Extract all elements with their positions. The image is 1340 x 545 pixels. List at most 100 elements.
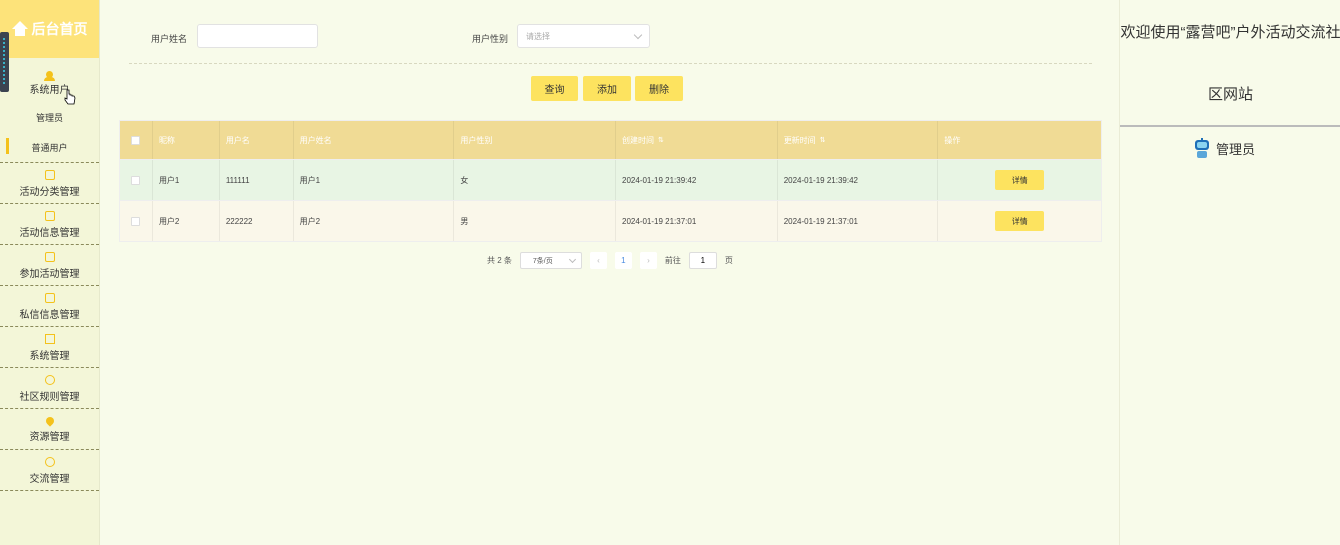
cell-created: 2024-01-19 21:37:01: [616, 201, 778, 241]
detail-button[interactable]: 详情: [995, 170, 1045, 190]
column-header: 用户姓名: [294, 121, 455, 159]
sidebar-subitem-label: 普通用户: [31, 142, 68, 153]
document-icon: [44, 170, 55, 180]
chevron-down-icon: [568, 255, 576, 263]
welcome-line-2: 区网站: [1207, 86, 1253, 103]
sidebar-title: 后台首页: [31, 21, 88, 37]
sidebar-item-label: 交流管理: [29, 474, 70, 485]
page-size-select[interactable]: 7条/页: [519, 252, 582, 269]
sidebar-item-label: 私信信息管理: [19, 310, 80, 321]
row-select-cell: [120, 201, 153, 241]
sidebar-item-join-activity[interactable]: 参加活动管理: [0, 245, 99, 285]
sidebar-item-community-rules[interactable]: 社区规则管理: [0, 368, 99, 408]
nav-group: 社区规则管理: [0, 368, 99, 409]
row-checkbox[interactable]: [131, 216, 141, 226]
nav-group: 参加活动管理: [0, 245, 99, 286]
filter-divider: [129, 63, 1092, 64]
row-checkbox[interactable]: [131, 175, 141, 185]
info-icon: [44, 375, 55, 385]
phone-widget-icon: [0, 32, 9, 92]
query-button[interactable]: 查询: [531, 76, 578, 101]
column-header: 昵称: [153, 121, 220, 159]
sidebar-item-label: 社区规则管理: [19, 392, 80, 403]
sidebar-item-communication[interactable]: 交流管理: [0, 450, 99, 490]
pagination-total: 共 2 条: [487, 256, 512, 265]
table-row: 用户2 222222 用户2 男 2024-01-19 21:37:01 202…: [120, 200, 1101, 241]
sort-icon[interactable]: ⇅: [658, 136, 664, 144]
sidebar-subitem-label: 管理员: [35, 112, 63, 123]
nav-group: 资源管理: [0, 409, 99, 450]
cell-realname: 用户2: [294, 201, 455, 241]
sidebar-item-label: 活动分类管理: [19, 187, 80, 198]
nav-group: 交流管理: [0, 450, 99, 491]
cell-nickname: 用户1: [153, 160, 220, 200]
nav-group: 系统管理: [0, 327, 99, 368]
pin-icon: [43, 415, 56, 427]
goto-label: 前往: [664, 256, 681, 265]
column-header-sortable[interactable]: 更新时间 ⇅: [778, 121, 939, 159]
current-user[interactable]: 管理员: [1194, 138, 1255, 158]
cell-action: 详情: [938, 160, 1101, 200]
nav-group: 私信信息管理: [0, 286, 99, 327]
home-icon: [11, 21, 28, 37]
next-page-button[interactable]: ›: [639, 252, 657, 269]
sidebar: 后台首页 系统用户 管理员 普通用户 活动分类管理 活动信息管理 参加活动管理: [0, 0, 100, 545]
sidebar-item-label: 活动信息管理: [19, 228, 80, 239]
column-header-sortable[interactable]: 创建时间 ⇅: [616, 121, 778, 159]
prev-page-button[interactable]: ‹: [589, 252, 607, 269]
cell-updated: 2024-01-19 21:39:42: [778, 160, 939, 200]
right-panel-divider: [1120, 125, 1340, 127]
gender-select-placeholder: 请选择: [526, 31, 550, 41]
sort-icon[interactable]: ⇅: [820, 136, 826, 144]
document-icon: [44, 252, 55, 262]
right-panel: 欢迎使用“露营吧”户外活动交流社 区网站 管理员: [1119, 0, 1340, 545]
pagination: 共 2 条 7条/页 ‹ 1 › 前往 页: [487, 252, 733, 269]
select-all-cell: [120, 121, 153, 159]
chat-icon: [44, 457, 55, 467]
name-filter-label: 用户姓名: [151, 34, 188, 44]
nav-group: 活动信息管理: [0, 204, 99, 245]
table-header-row: 昵称 用户名 用户姓名 用户性别 创建时间 ⇅ 更新时间 ⇅ 操作: [120, 121, 1101, 159]
document-icon: [44, 293, 55, 303]
nav-group: 活动分类管理: [0, 163, 99, 204]
sidebar-item-activity-info[interactable]: 活动信息管理: [0, 204, 99, 244]
column-header: 用户名: [220, 121, 294, 159]
nav-group-system-users: 系统用户 管理员 普通用户: [0, 58, 99, 163]
delete-button[interactable]: 删除: [635, 76, 683, 101]
table-row: 用户1 111111 用户1 女 2024-01-19 21:39:42 202…: [120, 159, 1101, 200]
document-icon: [44, 211, 55, 221]
gender-filter-select[interactable]: 请选择: [517, 24, 650, 48]
sidebar-item-private-message[interactable]: 私信信息管理: [0, 286, 99, 326]
column-header: 用户性别: [454, 121, 617, 159]
page-unit-label: 页: [724, 256, 733, 265]
user-icon: [44, 70, 55, 81]
cell-created: 2024-01-19 21:39:42: [616, 160, 778, 200]
add-button[interactable]: 添加: [583, 76, 631, 101]
sidebar-item-activity-category[interactable]: 活动分类管理: [0, 163, 99, 203]
name-filter-input[interactable]: [197, 24, 318, 48]
select-all-checkbox[interactable]: [131, 135, 141, 145]
mouse-pointer-icon: [64, 89, 76, 105]
sidebar-subitem-admin[interactable]: 管理员: [0, 102, 99, 132]
goto-page-input[interactable]: [688, 252, 717, 269]
sidebar-item-label: 参加活动管理: [19, 269, 80, 280]
sidebar-subitem-normal-user[interactable]: 普通用户: [0, 132, 99, 162]
row-select-cell: [120, 160, 153, 200]
welcome-line-1: 欢迎使用“露营吧”户外活动交流社: [1120, 24, 1340, 41]
sidebar-item-resources[interactable]: 资源管理: [0, 409, 99, 449]
cell-gender: 女: [454, 160, 617, 200]
image-icon: [44, 334, 55, 344]
cell-nickname: 用户2: [153, 201, 220, 241]
column-header-label: 创建时间: [622, 135, 655, 145]
cell-username: 222222: [220, 201, 294, 241]
sidebar-item-system-users[interactable]: 系统用户: [0, 58, 99, 102]
page-size-value: 7条/页: [532, 257, 553, 265]
cell-realname: 用户1: [294, 160, 455, 200]
page-number-button[interactable]: 1: [614, 252, 632, 269]
gender-filter-label: 用户性别: [472, 34, 509, 44]
robot-avatar-icon: [1194, 138, 1210, 158]
main-content: 用户姓名 用户性别 请选择 查询 添加 删除 昵称 用户名 用户姓名 用户性别 …: [101, 0, 1119, 545]
detail-button[interactable]: 详情: [995, 211, 1045, 231]
sidebar-item-system-management[interactable]: 系统管理: [0, 327, 99, 367]
sidebar-header[interactable]: 后台首页: [0, 0, 99, 58]
